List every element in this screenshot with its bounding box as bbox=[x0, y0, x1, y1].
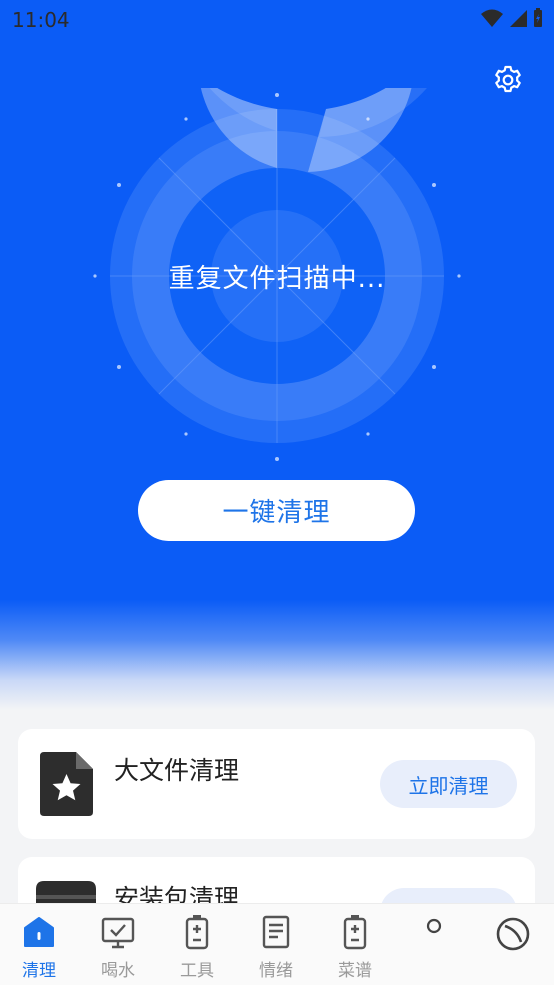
nav-item-tools[interactable]: 工具 bbox=[158, 904, 236, 985]
large-file-clean-card[interactable]: 大文件清理 立即清理 bbox=[18, 729, 535, 839]
file-star-icon bbox=[40, 752, 93, 816]
nav-item-compass[interactable] bbox=[474, 904, 552, 985]
battery-icon bbox=[534, 8, 542, 27]
nav-item-recipes[interactable]: 菜谱 bbox=[316, 904, 394, 985]
wifi-icon bbox=[481, 9, 503, 27]
status-icons bbox=[480, 8, 544, 28]
one-click-clean-button[interactable]: 一键清理 bbox=[138, 480, 415, 541]
nav-label: 情绪 bbox=[259, 961, 293, 981]
nav-label: 喝水 bbox=[101, 961, 135, 981]
nav-item-circle[interactable] bbox=[395, 904, 473, 985]
scan-status-text: 重复文件扫描中... bbox=[168, 264, 386, 294]
status-time: 11:04 bbox=[12, 8, 70, 32]
card-title: 大文件清理 bbox=[114, 756, 240, 785]
nav-item-mood[interactable]: 情绪 bbox=[237, 904, 315, 985]
monitor-check-icon bbox=[101, 917, 135, 949]
bottom-nav: 清理 喝水 工具 情绪 菜谱 bbox=[0, 903, 554, 985]
battery-plus-icon bbox=[343, 915, 367, 950]
nav-label: 清理 bbox=[22, 961, 56, 981]
nav-label: 菜谱 bbox=[338, 961, 372, 981]
nav-item-drink-water[interactable]: 喝水 bbox=[79, 904, 157, 985]
status-bar: 11:04 bbox=[0, 0, 554, 38]
battery-plus-icon bbox=[185, 915, 209, 950]
circle-icon bbox=[426, 918, 442, 934]
settings-gear-icon[interactable] bbox=[492, 64, 524, 96]
compass-icon bbox=[496, 917, 530, 951]
clean-now-button[interactable]: 立即清理 bbox=[380, 760, 517, 808]
nav-item-clean[interactable]: 清理 bbox=[0, 904, 78, 985]
document-icon bbox=[262, 915, 290, 949]
signal-icon bbox=[510, 10, 527, 27]
nav-label: 工具 bbox=[180, 961, 214, 981]
home-icon bbox=[24, 917, 54, 947]
